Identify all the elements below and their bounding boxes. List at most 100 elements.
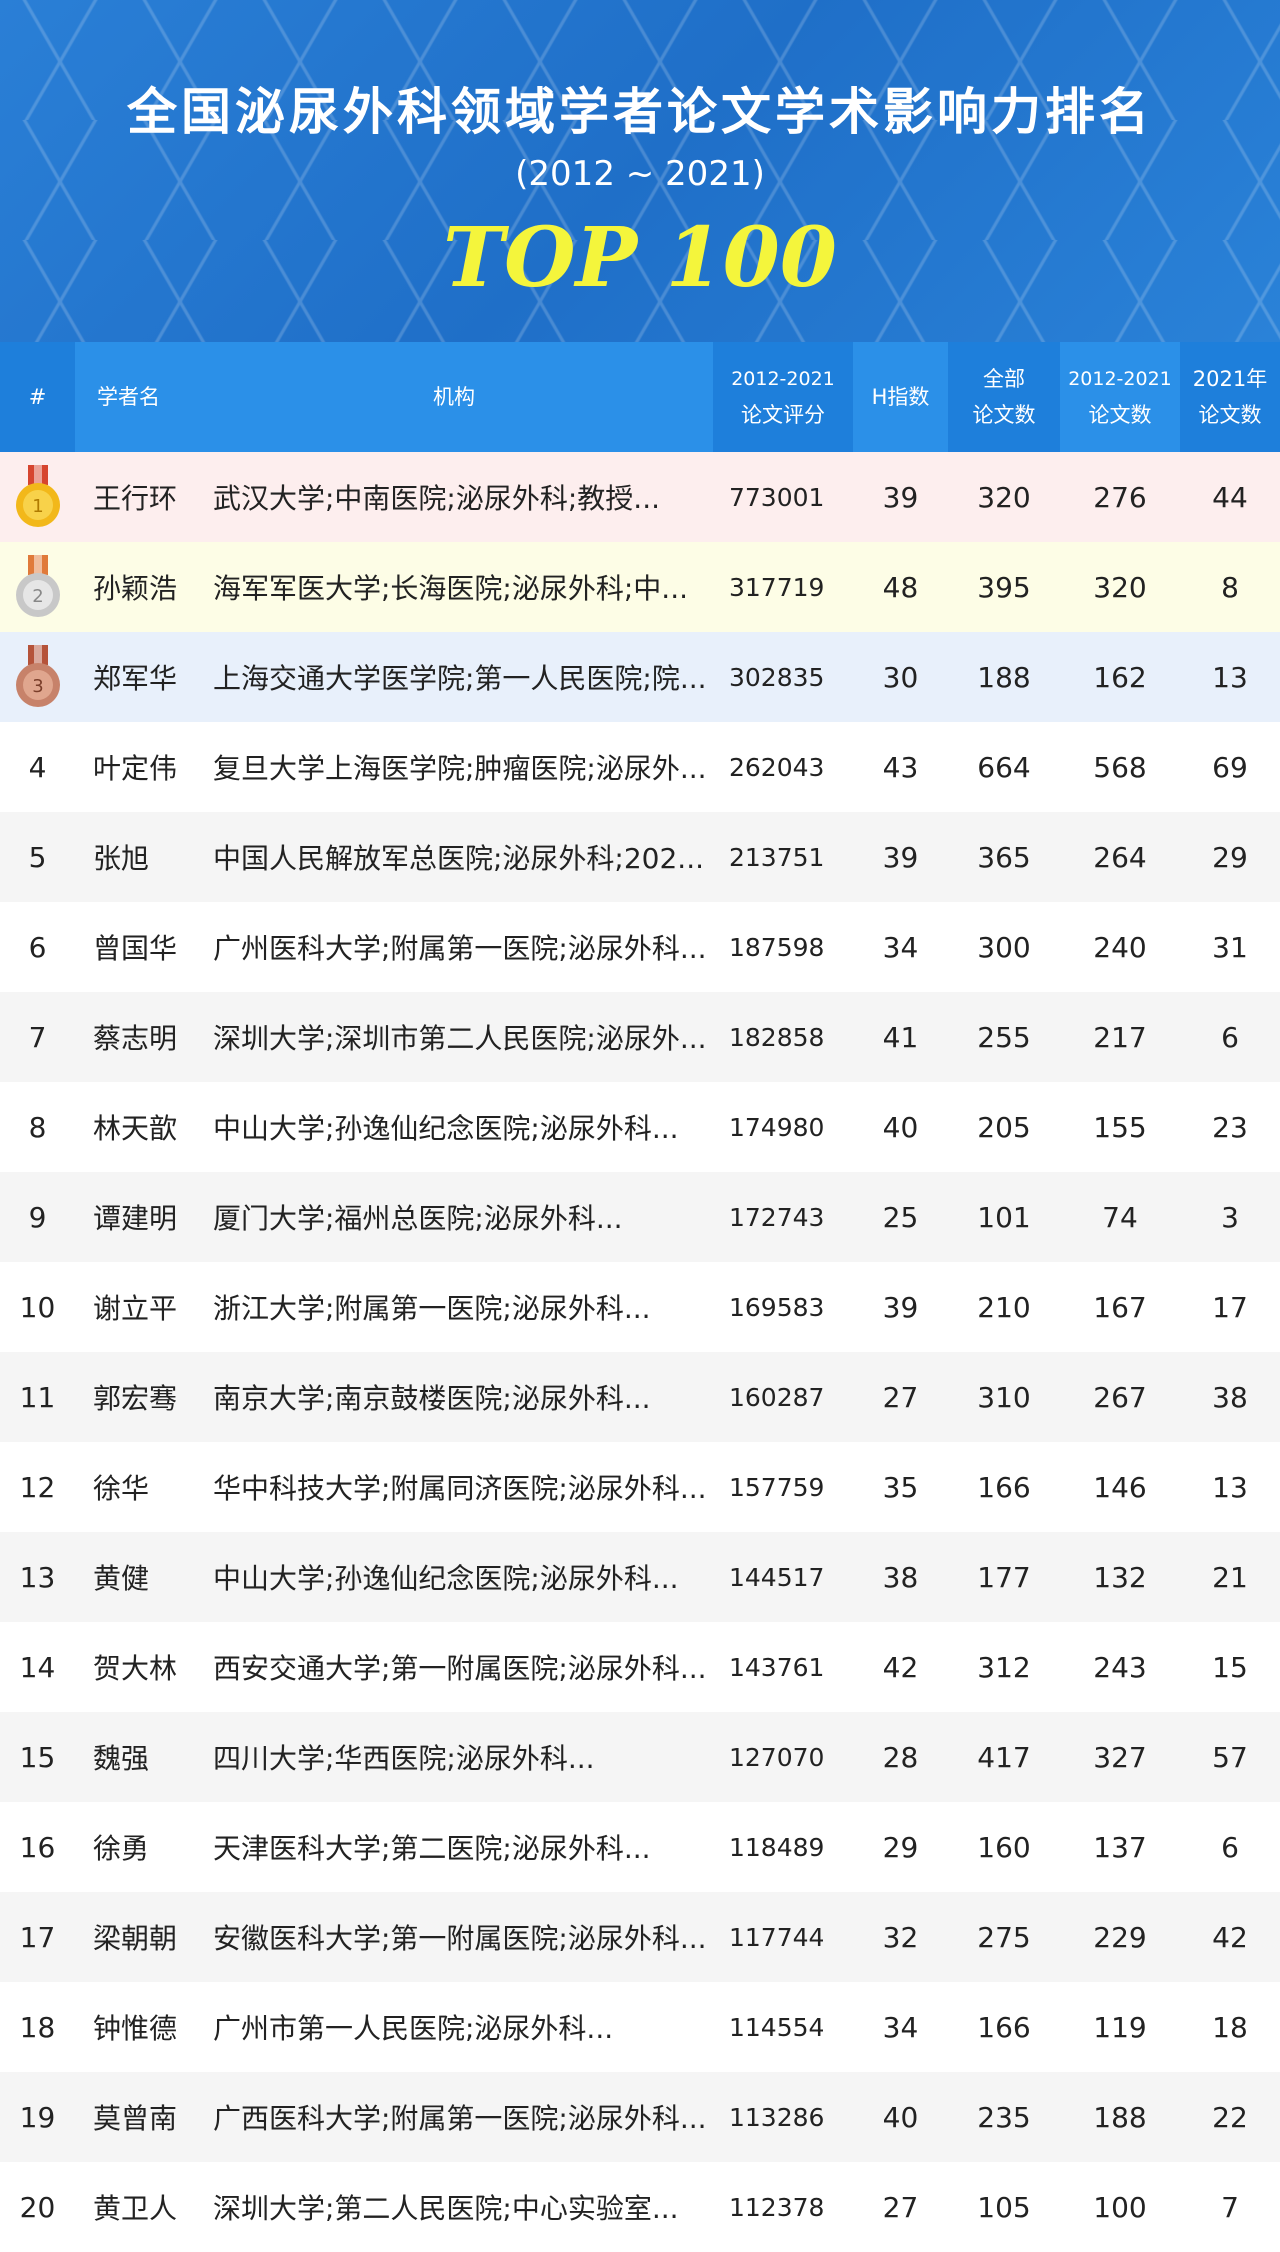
header-total-papers[interactable]: 全部 论文数: [948, 342, 1060, 452]
scholar-name: 徐勇: [75, 1802, 195, 1892]
total-papers: 417: [948, 1712, 1060, 1802]
rank-cell: 1: [0, 452, 75, 542]
table-row[interactable]: 19 莫曾南 广西医科大学;附属第一医院;泌尿外科... 113286 40 235 188…: [0, 2072, 1280, 2162]
paper-score: 174980: [713, 1082, 853, 1172]
header-institution[interactable]: 机构: [195, 342, 713, 452]
header-name[interactable]: 学者名: [75, 342, 195, 452]
table-row[interactable]: 1 王行环 武汉大学;中南医院;泌尿外科;教授... 773001 39 320 276 4…: [0, 452, 1280, 542]
papers-2021: 7: [1180, 2162, 1280, 2252]
table-row[interactable]: 18 钟惟德 广州市第一人民医院;泌尿外科... 114554 34 166 119 18: [0, 1982, 1280, 2072]
papers-2021: 21: [1180, 1532, 1280, 1622]
institution: 广西医科大学;附属第一医院;泌尿外科...: [195, 2072, 713, 2162]
header-banner: 全国泌尿外科领域学者论文学术影响力排名 (2012 ~ 2021) TOP 10…: [0, 0, 1280, 342]
bronze-medal-icon: 3: [14, 645, 62, 709]
table-row[interactable]: 17 梁朝朝 安徽医科大学;第一附属医院;泌尿外科... 117744 32 275 229…: [0, 1892, 1280, 1982]
table-row[interactable]: 2 孙颖浩 海军军医大学;长海医院;泌尿外科;中... 317719 48 395 320…: [0, 542, 1280, 632]
table-row[interactable]: 4 叶定伟 复旦大学上海医学院;肿瘤医院;泌尿外... 262043 43 664 568 6…: [0, 722, 1280, 812]
rank-cell: 14: [0, 1622, 75, 1712]
table-row[interactable]: 14 贺大林 西安交通大学;第一附属医院;泌尿外科... 143761 42 312 243…: [0, 1622, 1280, 1712]
period-papers: 167: [1060, 1262, 1180, 1352]
institution: 上海交通大学医学院;第一人民医院;院...: [195, 632, 713, 722]
page-subtitle: (2012 ~ 2021): [515, 154, 765, 194]
total-papers: 310: [948, 1352, 1060, 1442]
header-total-line1: 全部: [983, 367, 1025, 391]
h-index: 41: [853, 992, 948, 1082]
h-index: 42: [853, 1622, 948, 1712]
paper-score: 143761: [713, 1622, 853, 1712]
paper-score: 117744: [713, 1892, 853, 1982]
table-row[interactable]: 12 徐华 华中科技大学;附属同济医院;泌尿外科... 157759 35 166 146 1…: [0, 1442, 1280, 1532]
header-h-index[interactable]: H指数: [853, 342, 948, 452]
scholar-name: 孙颖浩: [75, 542, 195, 632]
h-index: 43: [853, 722, 948, 812]
paper-score: 112378: [713, 2162, 853, 2252]
period-papers: 100: [1060, 2162, 1180, 2252]
h-index: 38: [853, 1532, 948, 1622]
institution: 中山大学;孙逸仙纪念医院;泌尿外科...: [195, 1532, 713, 1622]
scholar-name: 曾国华: [75, 902, 195, 992]
scholar-name: 王行环: [75, 452, 195, 542]
period-papers: 137: [1060, 1802, 1180, 1892]
institution: 深圳大学;第二人民医院;中心实验室...: [195, 2162, 713, 2252]
total-papers: 177: [948, 1532, 1060, 1622]
period-papers: 264: [1060, 812, 1180, 902]
table-row[interactable]: 6 曾国华 广州医科大学;附属第一医院;泌尿外科... 187598 34 300 240 3…: [0, 902, 1280, 992]
total-papers: 255: [948, 992, 1060, 1082]
header-year-line2: 论文数: [1198, 403, 1262, 427]
table-row[interactable]: 16 徐勇 天津医科大学;第二医院;泌尿外科... 118489 29 160 137 6: [0, 1802, 1280, 1892]
h-index: 28: [853, 1712, 948, 1802]
institution: 厦门大学;福州总医院;泌尿外科...: [195, 1172, 713, 1262]
ranking-table: # 学者名 机构 2012-2021 论文评分 H指数 全部 论文数 2012-…: [0, 342, 1280, 2252]
table-row[interactable]: 11 郭宏骞 南京大学;南京鼓楼医院;泌尿外科... 160287 27 310 267 38: [0, 1352, 1280, 1442]
table-row[interactable]: 9 谭建明 厦门大学;福州总医院;泌尿外科... 172743 25 101 74 3: [0, 1172, 1280, 1262]
rank-cell: 3: [0, 632, 75, 722]
rank-cell: 9: [0, 1172, 75, 1262]
period-papers: 229: [1060, 1892, 1180, 1982]
header-year-line1: 2021年: [1192, 367, 1268, 391]
table-row[interactable]: 5 张旭 中国人民解放军总医院;泌尿外科;202... 213751 39 365 264 2…: [0, 812, 1280, 902]
rank-cell: 11: [0, 1352, 75, 1442]
scholar-name: 钟惟德: [75, 1982, 195, 2072]
header-2021-papers[interactable]: 2021年 论文数: [1180, 342, 1280, 452]
rank-cell: 18: [0, 1982, 75, 2072]
scholar-name: 蔡志明: [75, 992, 195, 1082]
paper-score: 213751: [713, 812, 853, 902]
h-index: 34: [853, 902, 948, 992]
header-score[interactable]: 2012-2021 论文评分: [713, 342, 853, 452]
h-index: 40: [853, 1082, 948, 1172]
institution: 复旦大学上海医学院;肿瘤医院;泌尿外...: [195, 722, 713, 812]
table-row[interactable]: 15 魏强 四川大学;华西医院;泌尿外科... 127070 28 417 327 57: [0, 1712, 1280, 1802]
papers-2021: 42: [1180, 1892, 1280, 1982]
table-row[interactable]: 10 谢立平 浙江大学;附属第一医院;泌尿外科... 169583 39 210 167 17: [0, 1262, 1280, 1352]
header-period-papers[interactable]: 2012-2021 论文数: [1060, 342, 1180, 452]
total-papers: 166: [948, 1982, 1060, 2072]
papers-2021: 13: [1180, 632, 1280, 722]
header-rank[interactable]: #: [0, 342, 75, 452]
table-row[interactable]: 3 郑军华 上海交通大学医学院;第一人民医院;院... 302835 30 188 162…: [0, 632, 1280, 722]
institution: 武汉大学;中南医院;泌尿外科;教授...: [195, 452, 713, 542]
institution: 四川大学;华西医院;泌尿外科...: [195, 1712, 713, 1802]
papers-2021: 8: [1180, 542, 1280, 632]
institution: 安徽医科大学;第一附属医院;泌尿外科...: [195, 1892, 713, 1982]
scholar-name: 魏强: [75, 1712, 195, 1802]
rank-cell: 10: [0, 1262, 75, 1352]
total-papers: 365: [948, 812, 1060, 902]
institution: 中国人民解放军总医院;泌尿外科;202...: [195, 812, 713, 902]
total-papers: 210: [948, 1262, 1060, 1352]
scholar-name: 谢立平: [75, 1262, 195, 1352]
header-score-line2: 论文评分: [741, 403, 825, 427]
rank-cell: 12: [0, 1442, 75, 1532]
table-row[interactable]: 7 蔡志明 深圳大学;深圳市第二人民医院;泌尿外... 182858 41 255 217 6: [0, 992, 1280, 1082]
table-row[interactable]: 20 黄卫人 深圳大学;第二人民医院;中心实验室... 112378 27 105 100 7: [0, 2162, 1280, 2252]
table-row[interactable]: 13 黄健 中山大学;孙逸仙纪念医院;泌尿外科... 144517 38 177 132 21: [0, 1532, 1280, 1622]
papers-2021: 13: [1180, 1442, 1280, 1532]
total-papers: 160: [948, 1802, 1060, 1892]
total-papers: 188: [948, 632, 1060, 722]
total-papers: 275: [948, 1892, 1060, 1982]
rank-cell: 17: [0, 1892, 75, 1982]
rank-cell: 19: [0, 2072, 75, 2162]
total-papers: 320: [948, 452, 1060, 542]
period-papers: 155: [1060, 1082, 1180, 1172]
table-row[interactable]: 8 林天歆 中山大学;孙逸仙纪念医院;泌尿外科... 174980 40 205 155 23: [0, 1082, 1280, 1172]
scholar-name: 黄卫人: [75, 2162, 195, 2252]
